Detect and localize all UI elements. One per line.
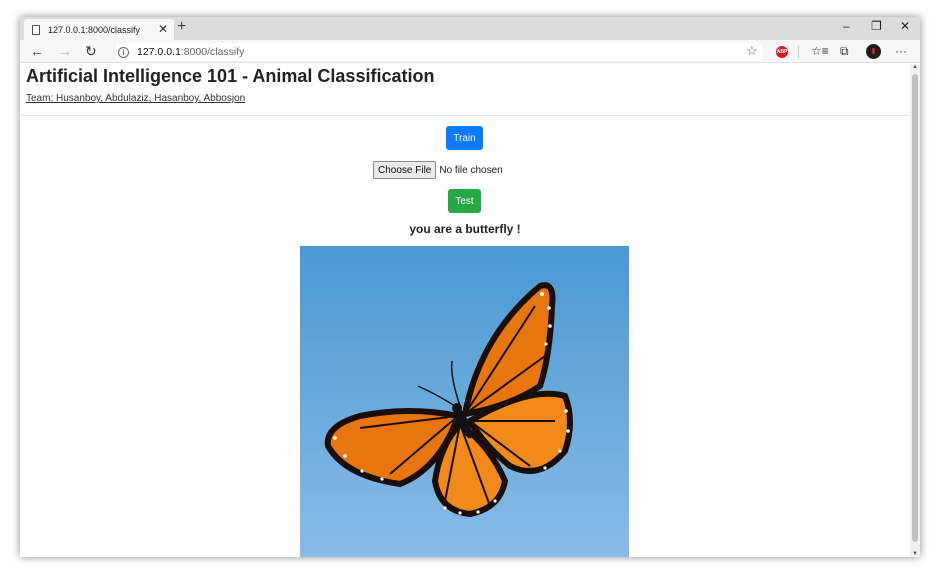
file-status: No file chosen xyxy=(439,164,503,176)
vertical-scrollbar[interactable]: ▲ ▼ xyxy=(910,64,920,557)
tab-close-icon[interactable]: ✕ xyxy=(158,22,168,36)
refresh-icon[interactable]: ↻ xyxy=(85,43,97,60)
back-icon[interactable]: ← xyxy=(30,43,44,59)
favorites-icon[interactable]: ☆≡ xyxy=(811,44,829,58)
scroll-up-icon[interactable]: ▲ xyxy=(912,64,918,70)
address-bar[interactable]: i 127.0.0.1:8000/classify xyxy=(116,43,762,61)
new-tab-button[interactable]: + xyxy=(177,18,186,36)
browser-window: 127.0.0.1:8000/classify ✕ + – ❐ ✕ ← → ↻ … xyxy=(20,17,920,557)
classification-result: you are a butterfly ! xyxy=(409,222,521,236)
profile-avatar[interactable] xyxy=(866,44,881,59)
page-icon xyxy=(32,24,40,35)
butterfly-image xyxy=(300,246,629,557)
browser-toolbar: ← → ↻ i 127.0.0.1:8000/classify ☆ ABP ☆≡… xyxy=(20,40,920,63)
close-window-button[interactable]: ✕ xyxy=(900,19,910,33)
scroll-down-icon[interactable]: ▼ xyxy=(912,551,918,557)
butterfly-illustration xyxy=(324,282,573,518)
forward-icon[interactable]: → xyxy=(58,43,72,59)
browser-tab[interactable]: 127.0.0.1:8000/classify ✕ xyxy=(24,19,174,40)
choose-file-button[interactable]: Choose File xyxy=(373,161,437,179)
toolbar-divider xyxy=(798,46,799,58)
adblock-icon[interactable]: ABP xyxy=(776,46,788,58)
star-icon[interactable]: ☆ xyxy=(746,43,758,59)
address-host: 127.0.0.1 xyxy=(137,46,181,58)
train-button[interactable]: Train xyxy=(446,126,483,150)
address-path: :8000/classify xyxy=(180,46,245,58)
collections-icon[interactable]: ⧉ xyxy=(840,44,849,59)
page-title: Artificial Intelligence 101 - Animal Cla… xyxy=(26,66,435,86)
minimize-button[interactable]: – xyxy=(843,19,850,33)
more-icon[interactable]: ··· xyxy=(895,44,907,58)
restore-button[interactable]: ❐ xyxy=(871,19,882,33)
page-viewport: Artificial Intelligence 101 - Animal Cla… xyxy=(20,64,910,557)
scrollbar-thumb[interactable] xyxy=(912,74,918,542)
title-bar: 127.0.0.1:8000/classify ✕ + – ❐ ✕ xyxy=(20,17,920,40)
team-link[interactable]: Team: Husanboy, Abdulaziz, Hasanboy, Abb… xyxy=(26,93,245,104)
tab-title: 127.0.0.1:8000/classify xyxy=(48,24,141,35)
page-header: Artificial Intelligence 101 - Animal Cla… xyxy=(20,64,910,116)
info-icon[interactable]: i xyxy=(118,46,129,58)
test-button[interactable]: Test xyxy=(448,189,481,213)
file-input[interactable]: Choose File No file chosen xyxy=(373,161,503,179)
